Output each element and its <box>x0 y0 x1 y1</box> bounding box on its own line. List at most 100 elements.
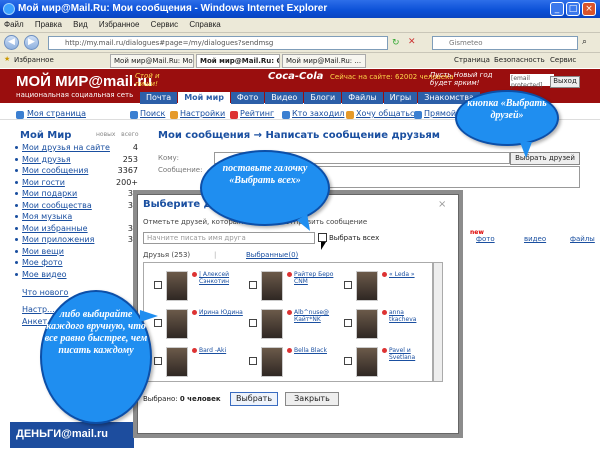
tab-selected[interactable]: Выбранные(0) <box>246 251 298 259</box>
select-all-label[interactable]: Выбрать всех <box>329 234 379 242</box>
dialog-close-icon[interactable]: × <box>438 199 446 210</box>
friend-item[interactable]: Ирина Юдина <box>148 307 243 345</box>
sidebar-item[interactable]: Мои сообщества34 <box>14 201 142 212</box>
nav-mail[interactable]: Почта <box>140 92 178 104</box>
sidebar-item-label[interactable]: Мои сообщения <box>22 166 88 175</box>
friend-checkbox[interactable] <box>249 357 257 365</box>
menu-file[interactable]: Файл <box>4 20 24 29</box>
toolbar-search[interactable]: Поиск <box>140 109 165 118</box>
page-menu[interactable]: Страница <box>454 56 490 64</box>
sidebar-item-label[interactable]: Мои гости <box>22 178 65 187</box>
friend-checkbox[interactable] <box>249 319 257 327</box>
toolbar-settings[interactable]: Настройки <box>180 109 225 118</box>
tab-friends[interactable]: Друзья (253) <box>143 251 190 259</box>
sidebar-item[interactable]: Мои вещи <box>14 247 142 258</box>
friend-name[interactable]: Alb^nuse@ Кайт*NK <box>294 309 338 323</box>
select-all-checkbox[interactable] <box>318 233 327 242</box>
nav-files[interactable]: Файлы <box>342 92 383 104</box>
attach-video[interactable]: видео <box>524 235 546 243</box>
sidebar-item[interactable]: Мои приложения34 <box>14 235 142 246</box>
menu-tools[interactable]: Сервис <box>151 20 178 29</box>
friend-checkbox[interactable] <box>154 357 162 365</box>
friend-item[interactable]: « Leda » <box>338 269 432 307</box>
friend-item[interactable]: Bella Black <box>243 345 338 381</box>
toolbar-home[interactable]: Моя страница <box>27 109 86 118</box>
menu-favorites[interactable]: Избранное <box>99 20 140 29</box>
favorites-label[interactable]: Избранное <box>14 56 54 64</box>
nav-video[interactable]: Видео <box>265 92 304 104</box>
url-field[interactable]: http://my.mail.ru/dialogues#page=/my/dia… <box>48 36 388 50</box>
stop-icon[interactable]: ✕ <box>408 37 416 47</box>
friend-search-input[interactable]: Начните писать имя друга <box>143 232 315 244</box>
sidebar-item-label[interactable]: Моя музыка <box>22 212 72 221</box>
friend-checkbox[interactable] <box>154 281 162 289</box>
sidebar-item[interactable]: Мои подарки34 <box>14 189 142 200</box>
friend-checkbox[interactable] <box>344 281 352 289</box>
friend-name[interactable]: Райтер Беро CNM <box>294 271 338 285</box>
sidebar-item[interactable]: Мои друзья на сайте 4 <box>14 143 142 154</box>
tab-3[interactable]: Мой мир@Mail.Ru: ... <box>282 54 366 68</box>
sidebar-title[interactable]: Мой Мир <box>20 130 71 141</box>
sidebar-item-label[interactable]: Мои подарки <box>22 189 77 198</box>
search-field[interactable]: Gismeteo <box>432 36 578 50</box>
search-icon[interactable]: ⌕ <box>582 37 587 47</box>
friend-checkbox[interactable] <box>344 319 352 327</box>
nav-blogs[interactable]: Блоги <box>304 92 342 104</box>
dialog-close-button[interactable]: Закрыть <box>285 392 339 406</box>
brand-banner[interactable]: Coca-Cola <box>268 71 323 82</box>
site-logo[interactable]: МОЙ МИР@mail.ru <box>16 73 152 90</box>
attach-files[interactable]: файлы <box>570 235 595 243</box>
nav-games[interactable]: Игры <box>383 92 418 104</box>
sidebar-whats-new[interactable]: Что нового <box>22 288 68 297</box>
friend-item[interactable]: | Алексей Сэнкотин <box>148 269 243 307</box>
friend-item[interactable]: Bard -Aki <box>148 345 243 381</box>
sidebar-item[interactable]: Мое фото <box>14 258 142 269</box>
friend-name[interactable]: Bella Black <box>294 347 338 354</box>
refresh-icon[interactable]: ↻ <box>392 38 400 48</box>
friend-name[interactable]: Bard -Aki <box>199 347 243 354</box>
maximize-button[interactable]: □ <box>566 2 580 16</box>
friend-item[interactable]: Райтер Беро CNM <box>243 269 338 307</box>
sidebar-item[interactable]: Моя музыка6 <box>14 212 142 223</box>
money-banner[interactable]: ДЕНЬГИ@mail.ru <box>10 422 134 448</box>
back-icon[interactable]: ◀ <box>4 35 19 50</box>
favorites-star-icon[interactable]: ★ <box>4 55 10 63</box>
sidebar-item-label[interactable]: Мое видео <box>22 270 67 279</box>
tab-2[interactable]: Мой мир@Mail.Ru: Со... <box>196 54 280 68</box>
forward-icon[interactable]: ▶ <box>24 35 39 50</box>
sidebar-item-label[interactable]: Мои друзья на сайте <box>22 143 110 152</box>
sidebar-item[interactable]: Мое видео <box>14 270 142 281</box>
sidebar-item-label[interactable]: Мои друзья <box>22 155 71 164</box>
sidebar-item-label[interactable]: Мое фото <box>22 258 63 267</box>
friend-checkbox[interactable] <box>249 281 257 289</box>
friend-item[interactable]: Alb^nuse@ Кайт*NK <box>243 307 338 345</box>
friend-checkbox[interactable] <box>344 357 352 365</box>
friend-name[interactable]: Pavel и Svetlana <box>389 347 432 361</box>
toolbar-guests[interactable]: Кто заходил <box>292 109 344 118</box>
attach-photo[interactable]: фото <box>476 235 495 243</box>
toolbar-rating[interactable]: Рейтинг <box>240 109 274 118</box>
sidebar-item[interactable]: Мои сообщения 3367 <box>14 166 142 177</box>
safety-menu[interactable]: Безопасность <box>494 56 545 64</box>
friend-name[interactable]: anna tkacheva <box>389 309 432 323</box>
friend-name[interactable]: | Алексей Сэнкотин <box>199 271 243 285</box>
sidebar-item[interactable]: Мои гости 200+ <box>14 178 142 189</box>
menu-view[interactable]: Вид <box>73 20 87 29</box>
toolbar-want[interactable]: Хочу общаться <box>356 109 419 118</box>
friends-scrollbar[interactable] <box>433 262 443 382</box>
nav-photo[interactable]: Фото <box>230 92 265 104</box>
sidebar-item[interactable]: Мои друзья 253 <box>14 155 142 166</box>
nav-myworld[interactable]: Мой мир <box>178 92 230 104</box>
friend-item[interactable]: anna tkacheva <box>338 307 432 345</box>
sidebar-item[interactable]: Мои избранные34 <box>14 224 142 235</box>
friend-name[interactable]: Ирина Юдина <box>199 309 243 316</box>
dialog-select-button[interactable]: Выбрать <box>230 392 278 406</box>
friend-item[interactable]: Pavel и Svetlana <box>338 345 432 381</box>
menu-help[interactable]: Справка <box>189 20 220 29</box>
sidebar-settings[interactable]: Настр... <box>22 305 55 314</box>
friend-name[interactable]: « Leda » <box>389 271 432 278</box>
logout-button[interactable]: Выход <box>550 76 580 88</box>
sidebar-item-label[interactable]: Мои избранные <box>22 224 88 233</box>
sidebar-item-label[interactable]: Мои вещи <box>22 247 64 256</box>
service-menu[interactable]: Сервис <box>550 56 576 64</box>
